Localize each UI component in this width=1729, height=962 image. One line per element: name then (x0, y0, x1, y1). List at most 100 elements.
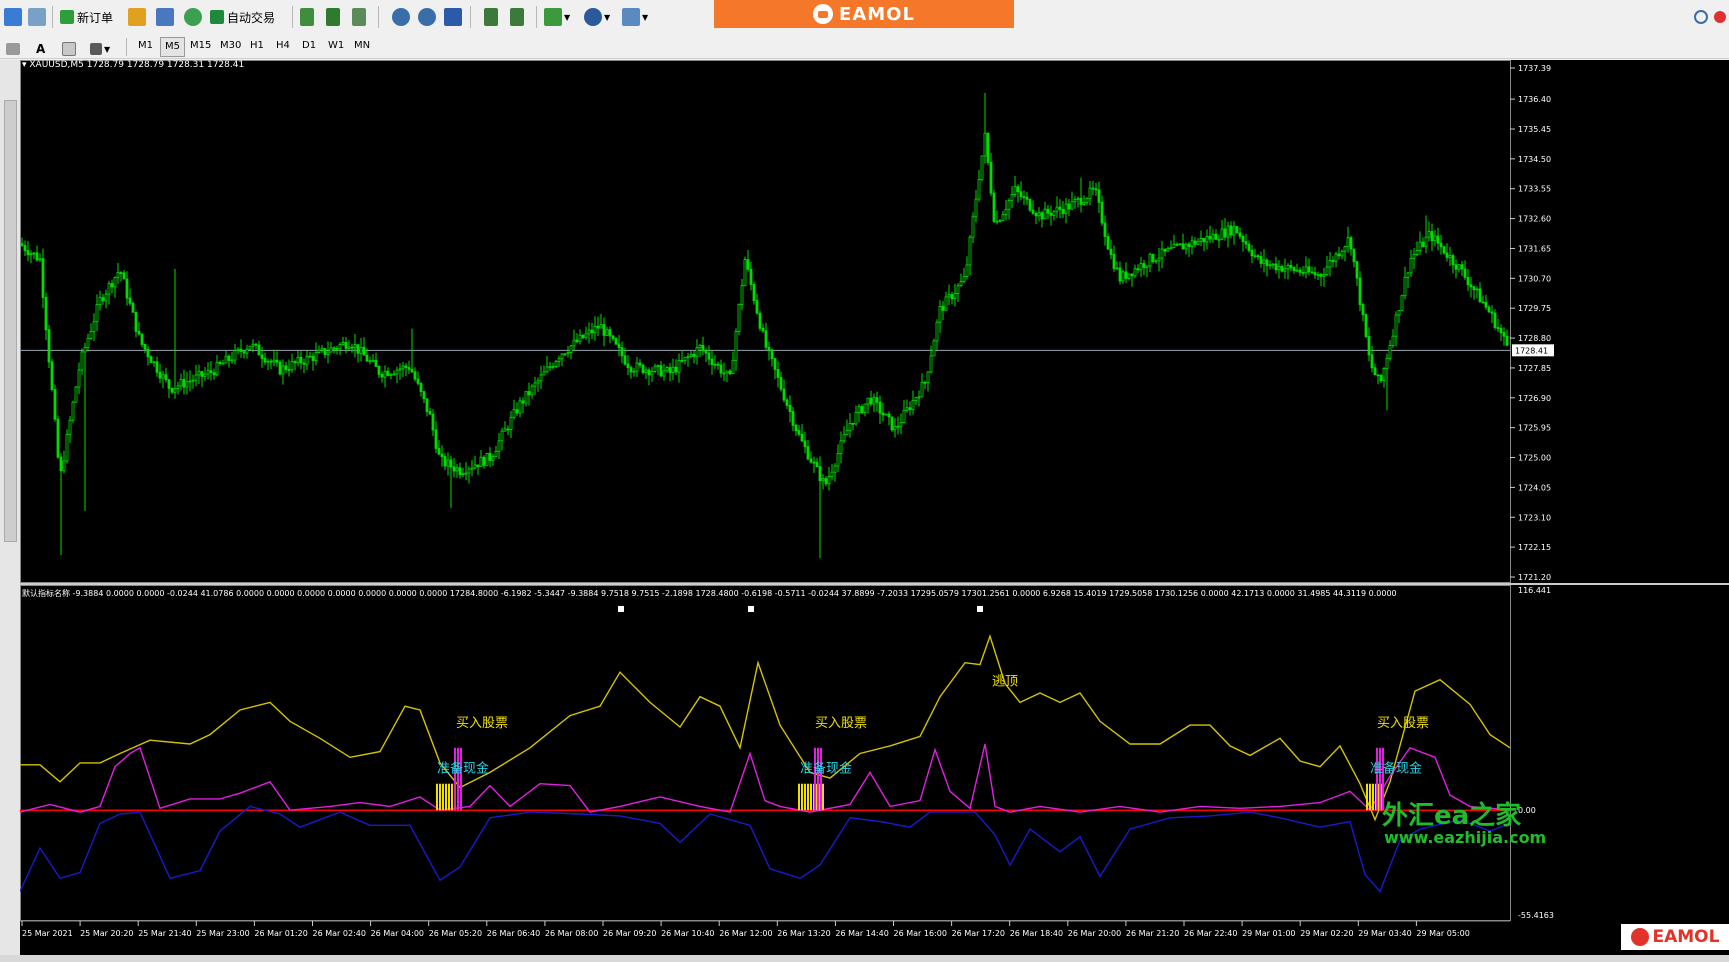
profiles-icon[interactable] (28, 5, 46, 29)
candle-body (1286, 264, 1290, 270)
timeframe-h1[interactable]: H1 (246, 37, 268, 55)
timeframe-m15[interactable]: M15 (186, 37, 215, 55)
candle-body (923, 381, 927, 384)
candle-body (239, 348, 243, 353)
chart-shift-icon[interactable] (484, 5, 498, 29)
candle-body (497, 440, 501, 452)
notifications-icon[interactable] (1714, 5, 1726, 29)
candle-body (506, 428, 510, 431)
scrollbar-thumb[interactable] (4, 100, 17, 542)
candle-body (524, 391, 528, 404)
candle-body (650, 370, 654, 376)
candle-body (416, 378, 420, 384)
periods-icon[interactable]: ▼ (584, 5, 610, 29)
search-icon[interactable] (1694, 5, 1708, 29)
text-tool-icon[interactable]: A (36, 37, 45, 61)
candle-body (593, 325, 597, 334)
candle-body (893, 425, 897, 431)
new-chart-icon[interactable] (4, 5, 22, 29)
autoscroll-icon[interactable] (510, 5, 524, 29)
candle-body (1466, 276, 1470, 286)
watermark-main: 外汇ea之家 (1382, 795, 1521, 832)
candle-body (173, 388, 177, 393)
chart-window[interactable]: 1737.39 1736.40 1735.45 1734.50 1733.55 1732.… (20, 60, 1729, 955)
candle-body (569, 345, 573, 353)
candle-body (1469, 284, 1473, 288)
candle-body (65, 434, 69, 462)
brand-logo-icon (813, 4, 834, 24)
indicator-tick-label: -55.4163 (1518, 911, 1554, 920)
navigator-icon[interactable] (156, 5, 174, 29)
buy-signal-bar (820, 747, 822, 811)
time-tick-label: 26 Mar 13:20 (777, 929, 830, 938)
market-watch-icon[interactable] (128, 5, 146, 29)
candle-body (1301, 271, 1305, 274)
arrows-tool-icon[interactable]: ▼ (90, 37, 110, 61)
cash-signal-label: 准备现金 (800, 760, 852, 776)
time-tick-label: 29 Mar 05:00 (1416, 929, 1469, 938)
candle-body (860, 406, 864, 413)
line-chart-icon[interactable] (352, 5, 366, 29)
candle-body (1454, 264, 1458, 270)
candle-body (1400, 295, 1404, 311)
candle-body (164, 374, 168, 381)
candle-body (1265, 259, 1269, 266)
timeframe-m5[interactable]: M5 (160, 37, 185, 57)
candle-body (1142, 263, 1146, 268)
tile-windows-icon[interactable] (444, 5, 462, 29)
candle-body (947, 294, 951, 298)
candle-body (764, 330, 768, 348)
candlestick-icon[interactable] (326, 5, 340, 29)
candle-body (557, 358, 561, 363)
candle-body (734, 331, 738, 361)
candle-body (257, 344, 261, 356)
timeframe-h4[interactable]: H4 (272, 37, 294, 55)
bottom-tab-bar[interactable] (0, 955, 1729, 962)
separator (292, 6, 293, 28)
timeframe-d1[interactable]: D1 (298, 37, 320, 55)
candle-body (368, 360, 372, 363)
candle-body (1043, 208, 1047, 220)
candle-body (1484, 301, 1488, 308)
candle-body (395, 369, 399, 375)
indicators-icon[interactable]: ▼ (544, 5, 570, 29)
candle-body (938, 305, 942, 323)
candle-body (608, 329, 612, 337)
templates-icon[interactable]: ▼ (622, 5, 648, 29)
candle-body (584, 333, 588, 339)
time-tick-label: 26 Mar 16:00 (894, 929, 947, 938)
candle-body (575, 339, 579, 343)
timeframe-w1[interactable]: W1 (324, 37, 348, 55)
timeframe-mn[interactable]: MN (350, 37, 374, 55)
candle-body (767, 346, 771, 351)
candle-body (770, 349, 774, 360)
watermark-url-text: www.eazhijia.com (1384, 828, 1547, 847)
candle-body (662, 370, 666, 377)
timeframe-m1[interactable]: M1 (134, 37, 157, 55)
new-order-button[interactable]: 新订单 (60, 5, 113, 29)
zoom-in-icon[interactable] (392, 5, 410, 29)
candle-body (566, 352, 570, 355)
candle-body (401, 365, 405, 370)
candle-body (389, 373, 393, 376)
auto-trade-button[interactable]: 自动交易 (210, 5, 275, 29)
menu-lines-icon[interactable] (6, 37, 20, 61)
text-label-icon[interactable] (62, 37, 76, 61)
candle-body (56, 418, 60, 458)
zoom-out-icon[interactable] (418, 5, 436, 29)
candle-body (350, 346, 354, 349)
timeframe-m30[interactable]: M30 (216, 37, 245, 55)
candle-body (614, 338, 618, 345)
candle-body (827, 476, 831, 485)
price-tick-label: 1727.85 (1518, 364, 1551, 373)
separator (378, 6, 379, 28)
candle-body (254, 343, 258, 346)
time-tick-label: 25 Mar 20:20 (80, 929, 133, 938)
candle-body (59, 456, 63, 472)
candle-body (134, 311, 138, 332)
candle-body (131, 302, 135, 313)
bar-chart-icon[interactable] (300, 5, 314, 29)
terminal-icon[interactable] (184, 5, 202, 29)
candle-body (1364, 314, 1368, 337)
left-scrollbar[interactable] (0, 60, 21, 955)
